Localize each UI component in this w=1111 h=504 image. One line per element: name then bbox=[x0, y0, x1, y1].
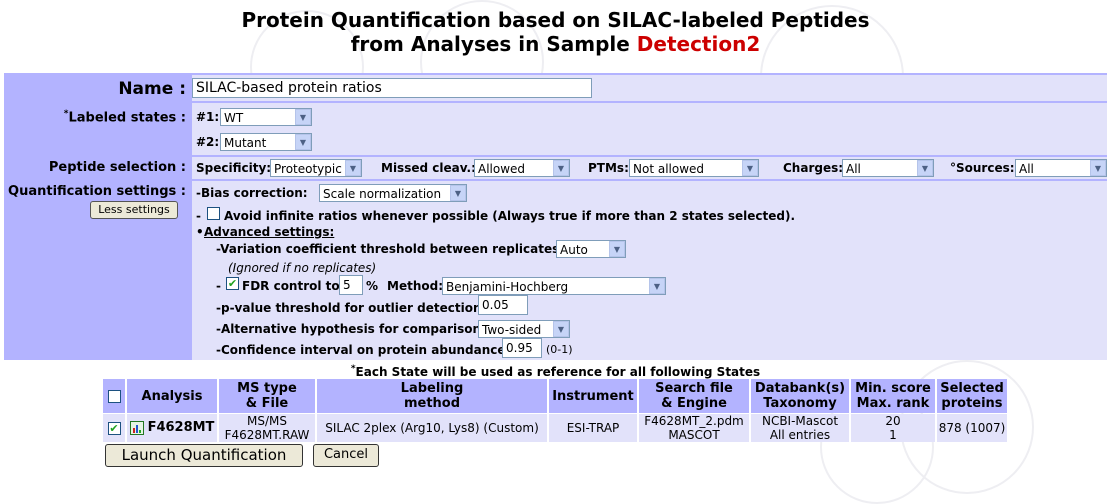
state1-select[interactable]: WT ▼ bbox=[220, 108, 312, 126]
bias-correction-select[interactable]: Scale normalization ▼ bbox=[319, 184, 467, 202]
chevron-down-icon: ▼ bbox=[649, 278, 665, 294]
less-settings-button[interactable]: Less settings bbox=[90, 201, 178, 219]
table-note: *Each State will be used as reference fo… bbox=[350, 364, 761, 379]
quantification-settings-label: Quantification settings : bbox=[8, 184, 186, 199]
name-label: Name : bbox=[118, 79, 186, 99]
fdr-checkbox[interactable]: ✔ bbox=[226, 277, 239, 290]
pvalue-input[interactable]: 0.05 bbox=[478, 295, 528, 315]
replicates-note: (Ignored if no replicates) bbox=[228, 261, 377, 275]
confidence-interval-input[interactable]: 0.95 bbox=[502, 338, 542, 358]
table-row: ✔ F4628MT MS/MS F4628MT.RAW SILAC 2plex (… bbox=[103, 414, 1007, 442]
page-title: Protein Quantification based on SILAC-la… bbox=[241, 8, 870, 56]
chevron-down-icon: ▼ bbox=[295, 134, 311, 150]
analysis-checkbox[interactable]: ✔ bbox=[107, 421, 121, 435]
ptms-select[interactable]: Not allowed ▼ bbox=[629, 159, 759, 177]
chevron-down-icon: ▼ bbox=[742, 160, 758, 176]
analysis-name[interactable]: F4628MT bbox=[148, 421, 215, 435]
chevron-down-icon: ▼ bbox=[553, 160, 569, 176]
table-header: Analysis MS type & File Labeling method In… bbox=[103, 379, 1007, 413]
labeled-states-label: *Labeled states : bbox=[63, 109, 186, 126]
chevron-down-icon: ▼ bbox=[450, 185, 466, 201]
specificity-select[interactable]: Proteotypic ▼ bbox=[270, 159, 362, 177]
fdr-method-select[interactable]: Benjamini-Hochberg ▼ bbox=[442, 277, 666, 295]
sample-name: Detection2 bbox=[636, 32, 761, 56]
chevron-down-icon: ▼ bbox=[1090, 160, 1106, 176]
avoid-infinite-ratios-label: Avoid infinite ratios whenever possible … bbox=[224, 209, 796, 223]
name-input[interactable]: SILAC-based protein ratios bbox=[192, 78, 592, 98]
launch-quantification-button[interactable]: Launch Quantification bbox=[105, 444, 303, 467]
cancel-button[interactable]: Cancel bbox=[313, 444, 379, 467]
chevron-down-icon: ▼ bbox=[553, 321, 569, 337]
avoid-infinite-ratios-checkbox[interactable] bbox=[207, 207, 220, 220]
alternative-hypothesis-select[interactable]: Two-sided ▼ bbox=[478, 320, 570, 338]
chart-icon bbox=[129, 421, 144, 435]
chevron-down-icon: ▼ bbox=[345, 160, 361, 176]
chevron-down-icon: ▼ bbox=[609, 241, 625, 257]
variation-threshold-select[interactable]: Auto ▼ bbox=[556, 240, 626, 258]
sources-select[interactable]: All ▼ bbox=[1015, 159, 1107, 177]
chevron-down-icon: ▼ bbox=[295, 109, 311, 125]
missed-cleavage-select[interactable]: Allowed ▼ bbox=[474, 159, 570, 177]
chevron-down-icon: ▼ bbox=[917, 160, 933, 176]
fdr-input[interactable]: 5 bbox=[339, 275, 363, 295]
select-all-checkbox[interactable] bbox=[107, 389, 121, 403]
fdr-label: FDR control to bbox=[242, 279, 340, 293]
advanced-settings-label: Advanced settings: bbox=[204, 225, 335, 239]
peptide-selection-label: Peptide selection : bbox=[48, 160, 186, 175]
quantification-form: Name : SILAC-based protein ratios *Label… bbox=[4, 73, 1107, 360]
charges-select[interactable]: All ▼ bbox=[842, 159, 934, 177]
state2-select[interactable]: Mutant ▼ bbox=[220, 133, 312, 151]
